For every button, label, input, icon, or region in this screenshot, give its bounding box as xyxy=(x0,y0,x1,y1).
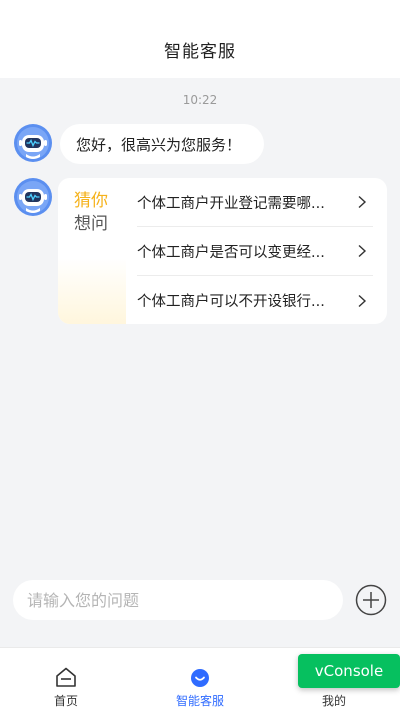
service-icon xyxy=(191,669,209,687)
tab-service[interactable]: 智能客服 xyxy=(160,648,240,711)
question-input[interactable] xyxy=(13,580,343,620)
page-title: 智能客服 xyxy=(164,42,236,62)
vconsole-button[interactable]: vConsole xyxy=(298,654,400,688)
greeting-text: 您好，很高兴为您服务！ xyxy=(76,135,242,154)
message-timestamp: 10:22 xyxy=(182,93,218,107)
tab-service-label: 智能客服 xyxy=(175,694,224,708)
suggested-question-text: 个体工商户开业登记需要哪... xyxy=(137,195,325,212)
guess-label-line1: 猜你 xyxy=(74,191,108,211)
add-icon[interactable] xyxy=(355,584,387,616)
suggested-question-text: 个体工商户可以不开设银行... xyxy=(137,294,325,310)
suggested-questions-card: 猜你 想问 个体工商户开业登记需要哪... 个体工商户是否可以变更经... 个体… xyxy=(58,178,387,324)
chevron-right-icon xyxy=(358,244,367,258)
suggested-question-list: 个体工商户开业登记需要哪... 个体工商户是否可以变更经... 个体工商户可以不… xyxy=(137,178,373,324)
suggested-question-item[interactable]: 个体工商户是否可以变更经... xyxy=(137,227,373,276)
app-header: 智能客服 xyxy=(0,0,400,78)
input-bar xyxy=(0,574,400,628)
home-icon xyxy=(56,667,76,687)
guess-label: 猜你 想问 xyxy=(58,178,126,324)
greeting-message: 您好，很高兴为您服务！ xyxy=(60,124,264,164)
tab-home-label: 首页 xyxy=(53,694,78,708)
robot-icon xyxy=(14,178,52,216)
bot-avatar xyxy=(14,124,52,162)
bot-avatar xyxy=(14,178,52,216)
suggested-question-text: 个体工商户是否可以变更经... xyxy=(137,244,325,261)
chevron-right-icon xyxy=(358,294,367,307)
guess-label-line2: 想问 xyxy=(74,214,108,234)
suggested-question-item[interactable]: 个体工商户开业登记需要哪... xyxy=(137,178,373,227)
chevron-right-icon xyxy=(358,195,367,209)
tab-profile-label: 我的 xyxy=(321,694,346,708)
suggested-question-item[interactable]: 个体工商户可以不开设银行... xyxy=(137,276,373,324)
robot-icon xyxy=(14,124,52,162)
tab-home[interactable]: 首页 xyxy=(26,648,106,711)
